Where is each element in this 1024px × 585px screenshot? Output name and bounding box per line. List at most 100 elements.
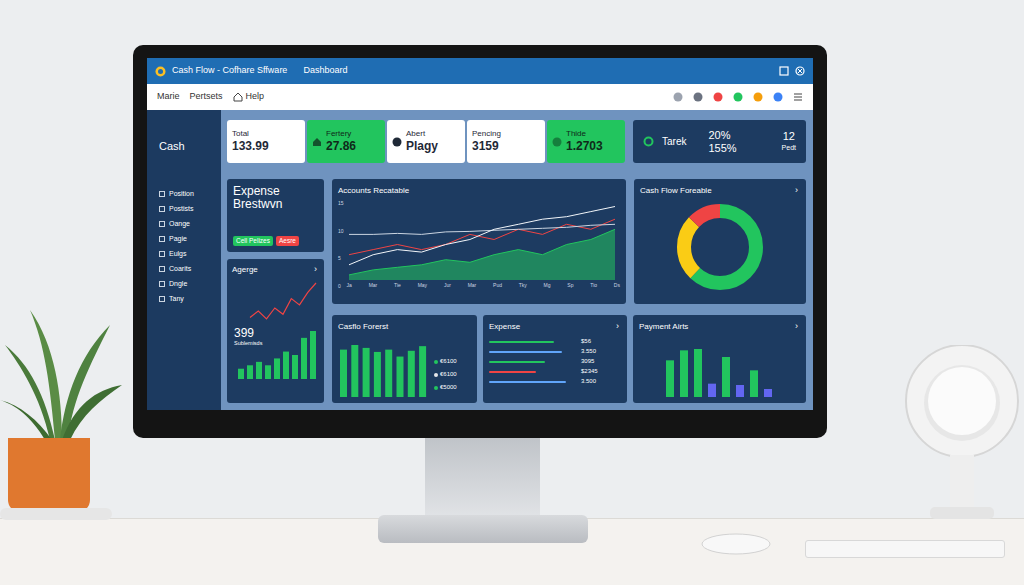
chart-line: [349, 207, 615, 265]
sidebar-item[interactable]: Eulgs: [159, 246, 221, 261]
expense-row: $56: [489, 338, 621, 345]
sidebar-label[interactable]: Tany: [169, 294, 184, 303]
menu-label[interactable]: Help: [246, 90, 265, 104]
stat-card[interactable]: Thide1.2703: [547, 120, 625, 163]
more-arrow[interactable]: ›: [795, 321, 800, 332]
expense-fill: [489, 361, 545, 363]
menu-item[interactable]: Help: [233, 90, 265, 104]
desk-scene: Cash Flow - Cofhare SffwareDashboardMari…: [0, 0, 1024, 585]
filter-button[interactable]: Cell Pelizes: [233, 236, 273, 246]
receivable-card: Accounts Recatable151050JaMarTieMayJurMa…: [332, 179, 626, 304]
app-icon[interactable]: [733, 92, 743, 102]
close-icon[interactable]: [795, 66, 805, 76]
sidebar-item[interactable]: Coarits: [159, 261, 221, 276]
plant-pot: [8, 438, 90, 512]
title-bar: Cash Flow - Cofhare SffwareDashboard: [147, 58, 813, 84]
home-icon: [233, 92, 243, 102]
menu-item[interactable]: Marie: [157, 90, 180, 104]
icon-shape: [553, 137, 562, 146]
menu-icon: [159, 236, 165, 242]
menu-label[interactable]: Marie: [157, 90, 180, 104]
legend-item: €6100: [434, 371, 457, 378]
status-dot-icon: [392, 137, 402, 147]
sidebar-label[interactable]: Pagie: [169, 234, 187, 243]
icon-shape: [234, 93, 242, 101]
sidebar-item[interactable]: Position: [159, 186, 221, 201]
stat-value: Plagy: [406, 139, 438, 154]
x-tick: Mar: [468, 282, 477, 289]
stat-card[interactable]: AbertPlagy: [387, 120, 465, 163]
more-arrow[interactable]: ›: [616, 321, 621, 332]
average-value-block: 399Sublemisds: [234, 327, 262, 347]
app-icon[interactable]: [693, 92, 703, 102]
more-arrow[interactable]: ›: [314, 264, 319, 275]
speaker-icon: [900, 345, 1024, 525]
stat-card[interactable]: Pencing3159: [467, 120, 545, 163]
stat-card[interactable]: Fertery27.86: [307, 120, 385, 163]
receivable-title: Accounts Recatable: [338, 185, 409, 196]
chart-bar: [750, 370, 758, 397]
icon-shape: [645, 138, 653, 146]
cash-forecast-legend: €6100€6100€5000: [434, 358, 457, 397]
target-percent: 20%: [708, 129, 736, 142]
hamburger-icon[interactable]: [793, 92, 803, 102]
monitor-base: [378, 515, 588, 543]
stat-text: Total133.99: [232, 129, 269, 154]
expense-track: [489, 351, 575, 353]
x-tick: Tky: [519, 282, 527, 289]
sidebar-item[interactable]: Dngle: [159, 276, 221, 291]
icon-shape: [160, 236, 165, 241]
x-tick: Mar: [369, 282, 378, 289]
chart-row: Accounts Recatable151050JaMarTieMayJurMa…: [332, 179, 806, 304]
menu-item[interactable]: Pertsets: [190, 90, 223, 104]
sidebar-item[interactable]: Tany: [159, 291, 221, 306]
chart-bar: [301, 338, 307, 379]
chart-row: Casflo Forerst€6100€6100€5000Expense›$56…: [332, 315, 806, 403]
sidebar-label[interactable]: Dngle: [169, 279, 187, 288]
stat-card[interactable]: Total133.99: [227, 120, 305, 163]
count-value: 12: [783, 130, 795, 143]
icon-shape: [674, 93, 683, 102]
sidebar-label[interactable]: Coarits: [169, 264, 191, 273]
donut-header: Cash Flow Foreable›: [640, 185, 800, 196]
legend-label: €6100: [440, 358, 457, 365]
sidebar-item[interactable]: Postists: [159, 201, 221, 216]
expense-value: 3.550: [581, 348, 596, 355]
donut-segment: [684, 211, 756, 283]
cash-forecast-card: Casflo Forerst€6100€6100€5000: [332, 315, 477, 403]
receivable-plot: 151050JaMarTieMayJurMarPudTkyMgSpTioDs: [338, 200, 620, 298]
app-body: CashPositionPostistsOangePagieEulgsCoari…: [147, 110, 813, 410]
donut-segment: [684, 211, 756, 283]
app-icon[interactable]: [773, 92, 783, 102]
app-icon[interactable]: [753, 92, 763, 102]
chart-bar: [247, 365, 253, 379]
icon-shape: [160, 221, 165, 226]
menu-bar: Marie Pertsets Help: [147, 84, 813, 110]
sidebar-item[interactable]: Pagie: [159, 231, 221, 246]
app-icon[interactable]: [673, 92, 683, 102]
maximize-icon[interactable]: [779, 66, 789, 76]
icon-shape: [393, 137, 402, 146]
chart-bar: [292, 355, 298, 379]
sidebar-label[interactable]: Oange: [169, 219, 190, 228]
more-arrow[interactable]: ›: [795, 185, 800, 196]
sidebar-item[interactable]: Oange: [159, 216, 221, 231]
legend-dot: [434, 373, 438, 377]
chart-bar: [694, 349, 702, 397]
sidebar-label[interactable]: Position: [169, 189, 194, 198]
expense-title: Expense: [489, 321, 520, 332]
app-icon[interactable]: [713, 92, 723, 102]
payments-card: Payment Airts›: [633, 315, 806, 403]
logo-shape: [156, 66, 166, 76]
left-column: Expense BrestwvnCell PelizesAesreAgerge›…: [227, 179, 324, 403]
menu-label[interactable]: Pertsets: [190, 90, 223, 104]
chart-bar: [265, 365, 271, 379]
x-tick: Pud: [493, 282, 502, 289]
expense-row: $2345: [489, 368, 621, 375]
sidebar-label[interactable]: Eulgs: [169, 249, 187, 258]
chart-bar: [310, 331, 316, 379]
filter-button[interactable]: Aesre: [276, 236, 299, 246]
cash-forecast-svg: [338, 341, 430, 397]
chart-line: [250, 283, 316, 319]
sidebar-label[interactable]: Postists: [169, 204, 194, 213]
